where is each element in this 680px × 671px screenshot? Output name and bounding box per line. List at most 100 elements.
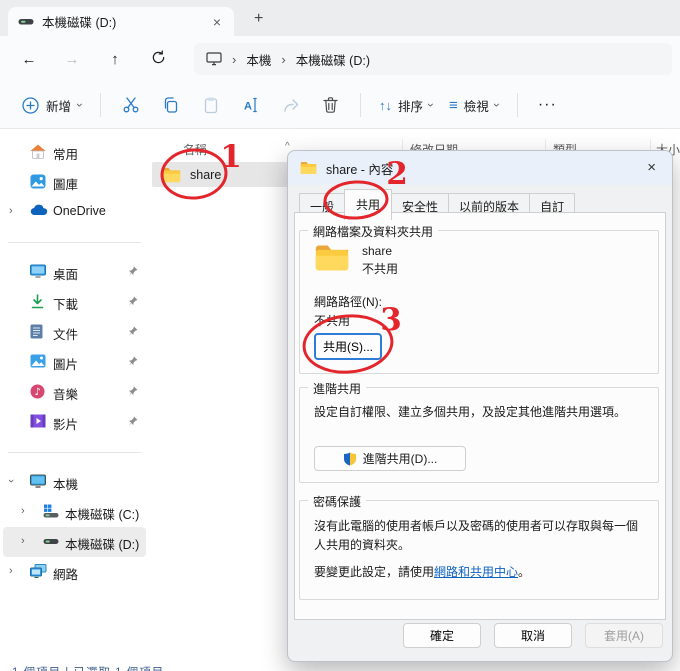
sidebar-label: 影片 <box>53 418 79 432</box>
network-sharing-center-link[interactable]: 網路和共用中心 <box>434 565 518 579</box>
pictures-icon <box>30 354 46 371</box>
chevron-right-icon[interactable]: › <box>21 505 25 517</box>
new-button[interactable]: 新增 › <box>14 90 90 121</box>
note-prefix: 要變更此設定，請使用 <box>314 565 435 579</box>
network-path-value: 不共用 <box>314 314 351 328</box>
status-bar: 1 個項目 | 已選取 1 個項目 <box>0 664 300 671</box>
cut-button[interactable] <box>111 90 151 120</box>
rename-button[interactable]: A <box>231 90 271 120</box>
pin-icon <box>128 266 138 280</box>
drive-icon <box>18 18 34 24</box>
pin-icon <box>128 296 138 310</box>
breadcrumb-this-pc[interactable]: 本機 <box>246 50 271 69</box>
sidebar-label: OneDrive <box>53 204 106 218</box>
sidebar-item-videos[interactable]: 影片 <box>3 407 146 437</box>
group-title: 進階共用 <box>308 380 367 397</box>
this-pc-icon <box>206 52 222 66</box>
chevron-down-icon: › <box>489 103 504 107</box>
toolbar-divider <box>360 93 362 117</box>
sidebar-item-documents[interactable]: 文件 <box>3 317 146 347</box>
sidebar-item-drive-c[interactable]: › 本機磁碟 (C:) <box>3 497 146 527</box>
group-title: 密碼保護 <box>308 493 367 510</box>
sidebar-divider <box>0 227 149 257</box>
password-protection-note: 要變更此設定，請使用網路和共用中心。 <box>314 563 647 580</box>
explorer-tab[interactable]: 本機磁碟 (D:) × <box>8 7 234 36</box>
view-label: 檢視 <box>463 99 489 114</box>
pin-icon <box>128 386 138 400</box>
share-button[interactable]: 共用(S)... <box>314 333 382 360</box>
sidebar-label: 本機磁碟 (D:) <box>65 538 140 552</box>
sidebar-item-desktop[interactable]: 桌面 <box>3 257 146 287</box>
sort-button[interactable]: ↑↓ 排序 › <box>371 90 441 121</box>
gallery-icon <box>30 174 46 192</box>
chevron-down-icon: › <box>73 103 88 107</box>
sidebar-item-onedrive[interactable]: › OneDrive <box>3 197 146 227</box>
sidebar-item-network[interactable]: › 網路 <box>3 557 146 587</box>
tab-bar: 本機磁碟 (D:) × + <box>0 0 680 36</box>
sidebar-item-downloads[interactable]: 下載 <box>3 287 146 317</box>
sidebar-item-gallery[interactable]: 圖庫 <box>3 167 146 197</box>
sidebar-label: 網路 <box>53 568 79 582</box>
advanced-sharing-button-label: 進階共用(D)... <box>362 452 438 466</box>
sidebar-item-this-pc[interactable]: › 本機 <box>3 467 146 497</box>
advanced-sharing-description: 設定自訂權限、建立多個共用，及設定其他進階共用選項。 <box>314 405 627 419</box>
tab-sharing[interactable]: 共用 <box>344 189 393 220</box>
chevron-right-icon[interactable]: › <box>9 205 13 217</box>
sidebar-label: 圖庫 <box>53 178 79 192</box>
delete-button[interactable] <box>311 90 350 120</box>
copy-button[interactable] <box>151 90 191 120</box>
advanced-sharing-group: 進階共用 設定自訂權限、建立多個共用，及設定其他進階共用選項。 進階共用(D).… <box>299 380 659 483</box>
sidebar-item-music[interactable]: ♪ 音樂 <box>3 377 146 407</box>
download-icon <box>30 294 45 312</box>
plus-circle-icon <box>22 96 39 114</box>
sort-ascending-icon: ^ <box>285 141 290 152</box>
password-protection-group: 密碼保護 沒有此電腦的使用者帳戶以及密碼的使用者可以存取與每一個人共用的資料夾。… <box>299 493 659 600</box>
sidebar-item-pictures[interactable]: 圖片 <box>3 347 146 377</box>
cancel-button[interactable]: 取消 <box>494 623 572 648</box>
ok-button[interactable]: 確定 <box>403 623 481 648</box>
drive-d-icon <box>43 534 59 551</box>
onedrive-icon <box>30 204 48 219</box>
sidebar-label: 本機磁碟 (C:) <box>65 508 140 522</box>
pin-icon <box>128 326 138 340</box>
new-tab-button[interactable]: + <box>248 8 269 30</box>
music-icon: ♪ <box>30 384 45 402</box>
tab-close-icon[interactable]: × <box>210 14 224 30</box>
shared-folder-state: 不共用 <box>362 262 399 276</box>
dialog-title: share - 內容 <box>326 162 394 177</box>
sidebar-item-drive-d[interactable]: › 本機磁碟 (D:) <box>3 527 146 557</box>
chevron-right-icon[interactable]: › <box>9 565 13 577</box>
column-header-name[interactable]: 名稱 <box>183 141 207 158</box>
up-icon[interactable]: ↑ <box>102 51 128 68</box>
view-button[interactable]: ≡ 檢視 › <box>441 90 507 121</box>
sort-label: 排序 <box>398 99 424 114</box>
chevron-down-icon[interactable]: › <box>5 479 17 483</box>
breadcrumb[interactable]: › 本機 › 本機磁碟 (D:) <box>194 43 672 75</box>
explorer-window: 本機磁碟 (D:) × + ← → ↑ › 本機 › 本機磁碟 (D:) 新增 … <box>0 0 680 671</box>
refresh-icon[interactable] <box>145 49 171 69</box>
breadcrumb-drive-d[interactable]: 本機磁碟 (D:) <box>296 50 370 69</box>
sidebar-item-home[interactable]: 常用 <box>3 137 146 167</box>
status-text: 1 個項目 | 已選取 1 個項目 <box>0 664 300 671</box>
sidebar-label: 文件 <box>53 328 79 342</box>
dialog-close-icon[interactable]: × <box>643 159 660 176</box>
toolbar-divider <box>100 93 102 117</box>
sidebar-label: 本機 <box>53 478 79 492</box>
navigation-bar: ← → ↑ › 本機 › 本機磁碟 (D:) <box>0 36 680 82</box>
see-more-button[interactable]: ··· <box>528 92 567 118</box>
folder-icon <box>161 167 181 182</box>
pin-icon <box>128 356 138 370</box>
trash-icon <box>323 97 338 113</box>
toolbar-divider <box>516 93 518 117</box>
paste-button <box>191 90 231 120</box>
back-icon[interactable]: ← <box>16 51 42 68</box>
group-title: 網路檔案及資料夾共用 <box>308 223 439 240</box>
computer-icon <box>30 474 46 491</box>
pin-icon <box>128 416 138 430</box>
advanced-sharing-button[interactable]: 進階共用(D)... <box>314 446 466 471</box>
share-button-toolbar <box>271 90 311 120</box>
copy-icon <box>164 97 178 113</box>
navigation-pane: 常用 圖庫 › OneDrive 桌面 下載 文件 圖片 ♪ 音樂 影片 › 本… <box>0 129 149 663</box>
svg-text:A: A <box>244 101 252 113</box>
chevron-right-icon[interactable]: › <box>21 535 25 547</box>
